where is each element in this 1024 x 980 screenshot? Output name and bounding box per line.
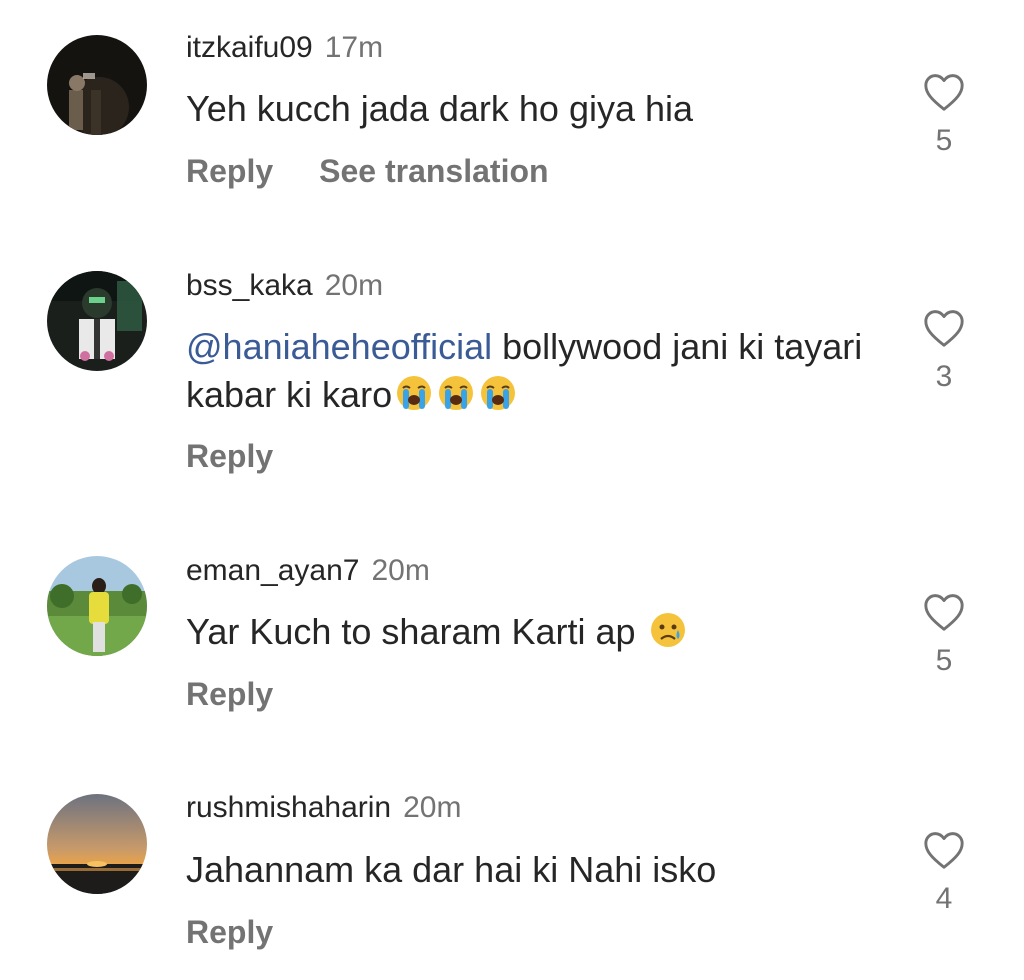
avatar-image xyxy=(47,271,147,371)
timestamp: 20m xyxy=(371,554,430,587)
like-control: 5 xyxy=(918,592,970,678)
avatar-image xyxy=(47,794,147,894)
like-control: 3 xyxy=(918,308,970,394)
comment-meta: eman_ayan7 20m xyxy=(186,553,430,589)
loudly-crying-face-icon xyxy=(481,376,516,410)
avatar[interactable] xyxy=(47,794,147,894)
username[interactable]: bss_kaka xyxy=(186,269,313,302)
comment-text: Jahannam ka dar hai ki Nahi isko xyxy=(186,846,886,894)
like-count: 5 xyxy=(935,644,953,677)
timestamp: 17m xyxy=(324,31,384,64)
reply-button[interactable]: Reply xyxy=(186,676,273,712)
loudly-crying-face-icon xyxy=(439,376,474,410)
avatar[interactable] xyxy=(47,271,147,371)
comment-text: @haniaheheofficial bollywood jani ki tay… xyxy=(186,323,886,419)
timestamp: 20m xyxy=(324,269,384,302)
comment-meta: bss_kaka 20m xyxy=(186,268,383,304)
heart-icon[interactable] xyxy=(921,830,967,870)
comment-body: Yar Kuch to sharam Karti ap xyxy=(186,611,646,652)
like-control: 4 xyxy=(918,830,970,916)
username[interactable]: itzkaifu09 xyxy=(186,31,313,64)
heart-icon[interactable] xyxy=(921,72,967,112)
comment-body: Yeh kucch jada dark ho giya hia xyxy=(186,88,694,129)
avatar-image xyxy=(47,556,147,656)
username[interactable]: eman_ayan7 xyxy=(186,554,359,587)
comment-text: Yar Kuch to sharam Karti ap xyxy=(186,608,886,656)
reply-button[interactable]: Reply xyxy=(186,153,273,189)
comment-actions: Reply See translation xyxy=(186,151,549,191)
like-count: 5 xyxy=(935,124,953,157)
comment-actions: Reply xyxy=(186,436,273,476)
comment-text: Yeh kucch jada dark ho giya hia xyxy=(186,85,886,133)
username[interactable]: rushmishaharin xyxy=(186,791,391,824)
comment-meta: itzkaifu09 17m xyxy=(186,30,383,66)
loudly-crying-face-icon xyxy=(397,376,432,410)
heart-icon[interactable] xyxy=(921,592,967,632)
comment-actions: Reply xyxy=(186,912,273,952)
sad-tear-face-icon xyxy=(650,613,685,647)
see-translation-button[interactable]: See translation xyxy=(319,153,548,189)
heart-icon[interactable] xyxy=(921,308,967,348)
reply-button[interactable]: Reply xyxy=(186,914,273,950)
avatar-image xyxy=(47,35,147,135)
mention-link[interactable]: @haniaheheofficial xyxy=(186,326,492,367)
avatar[interactable] xyxy=(47,556,147,656)
like-count: 3 xyxy=(935,360,953,393)
avatar[interactable] xyxy=(47,35,147,135)
reply-button[interactable]: Reply xyxy=(186,438,273,474)
comment-body: Jahannam ka dar hai ki Nahi isko xyxy=(186,849,717,890)
comment-meta: rushmishaharin 20m xyxy=(186,790,461,826)
timestamp: 20m xyxy=(403,791,462,824)
like-count: 4 xyxy=(935,882,953,915)
like-control: 5 xyxy=(918,72,970,158)
comment-actions: Reply xyxy=(186,674,273,714)
